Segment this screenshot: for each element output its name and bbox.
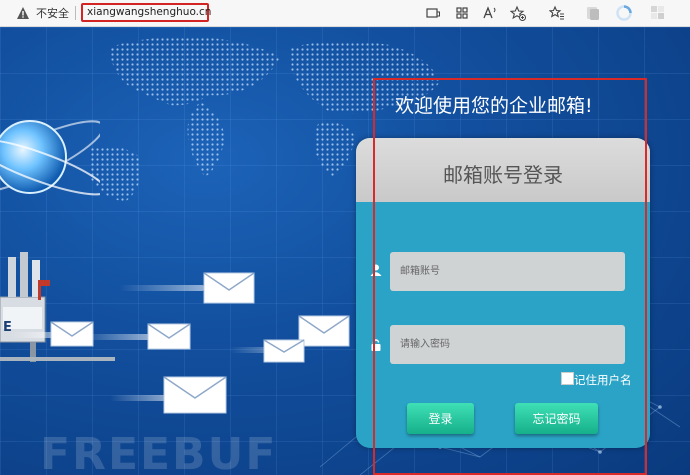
read-aloud-icon[interactable] — [482, 5, 498, 21]
lock-icon — [371, 339, 381, 351]
motion-trail — [110, 395, 170, 401]
login-page: E 欢迎使用您的企业邮箱! 邮箱账号登录 邮箱账号 记住用户名 登录 忘记密码 … — [0, 27, 690, 475]
envelope-icon — [298, 315, 350, 347]
envelope-icon — [147, 323, 191, 350]
reader-mode-icon[interactable] — [425, 5, 441, 21]
warning-icon[interactable] — [16, 6, 30, 20]
envelope-icon — [263, 339, 305, 363]
remember-username-checkbox[interactable] — [561, 372, 574, 385]
globe-illustration — [0, 120, 100, 196]
motion-trail — [120, 285, 205, 291]
envelope-icon — [163, 376, 227, 414]
motion-trail — [80, 334, 150, 340]
login-card: 邮箱账号登录 记住用户名 登录 忘记密码 — [356, 138, 650, 448]
watermark-logo: FREEBUF — [40, 429, 278, 475]
sync-icon[interactable] — [616, 5, 632, 21]
url-divider — [75, 6, 76, 20]
envelope-icon — [203, 272, 255, 304]
browser-address-bar: 不安全 xiangwangshenghuo.cn — [0, 0, 690, 27]
forgot-password-button[interactable]: 忘记密码 — [515, 403, 598, 434]
favorites-icon[interactable] — [549, 5, 565, 21]
login-button[interactable]: 登录 — [407, 403, 474, 434]
mailbox-illustration: E — [0, 252, 115, 362]
welcome-headline: 欢迎使用您的企业邮箱! — [395, 95, 593, 117]
collections-icon[interactable] — [585, 5, 601, 21]
security-status-label[interactable]: 不安全 — [36, 7, 69, 20]
login-title: 邮箱账号登录 — [356, 138, 650, 202]
email-account-input[interactable] — [390, 252, 625, 291]
password-input[interactable] — [390, 325, 625, 364]
remember-username-label[interactable]: 记住用户名 — [574, 372, 632, 388]
app-grid-icon[interactable] — [454, 5, 470, 21]
profile-icon[interactable] — [650, 5, 666, 21]
motion-trail — [10, 332, 55, 338]
url-field[interactable]: xiangwangshenghuo.cn — [81, 3, 211, 22]
favorite-add-icon[interactable] — [510, 5, 526, 21]
user-icon — [370, 264, 382, 276]
